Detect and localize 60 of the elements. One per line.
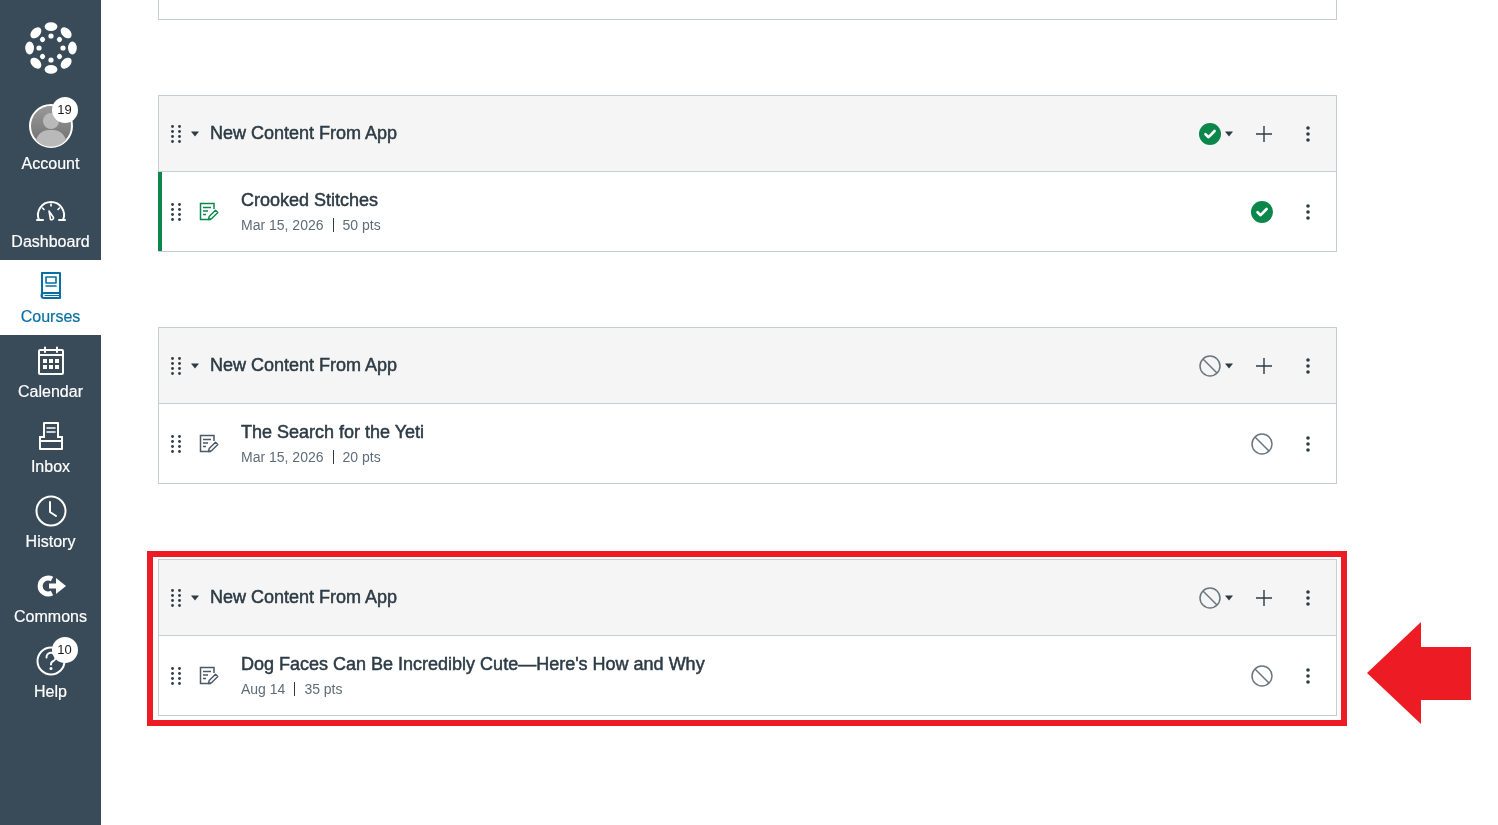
add-item-button[interactable] xyxy=(1255,588,1273,607)
assignment-icon xyxy=(199,201,219,222)
nav-link[interactable]: History xyxy=(0,485,101,560)
caret-down-icon[interactable] xyxy=(191,362,199,369)
calendar-icon xyxy=(36,346,65,376)
due-date: Mar 15, 2026 xyxy=(241,448,324,466)
nav-link[interactable]: Commons xyxy=(0,560,101,635)
item-title-link[interactable]: Dog Faces Can Be Incredibly Cute—Here's How and Why xyxy=(241,653,705,675)
due-date: Mar 15, 2026 xyxy=(241,216,324,234)
caret-down-icon xyxy=(1225,594,1233,601)
points: 35 pts xyxy=(304,680,343,698)
nav-link[interactable]: 19 Account xyxy=(0,95,101,185)
book-icon xyxy=(37,271,64,301)
module-title: New Content From App xyxy=(210,123,398,144)
item-title-link[interactable]: The Search for the Yeti xyxy=(241,421,425,443)
drag-handle-icon[interactable] xyxy=(171,124,181,143)
unpublished-icon xyxy=(1251,432,1273,455)
module-title: New Content From App xyxy=(210,355,398,376)
module-title: New Content From App xyxy=(210,587,398,608)
more-options-icon xyxy=(1306,589,1310,606)
caret-down-icon[interactable] xyxy=(191,594,199,601)
unpublished-icon xyxy=(1251,664,1273,687)
more-options-icon xyxy=(1306,203,1310,220)
caret-down-icon xyxy=(1225,362,1233,369)
nav-link[interactable]: 10 Help xyxy=(0,635,101,710)
nav-link[interactable]: Calendar xyxy=(0,335,101,410)
drag-handle-icon[interactable] xyxy=(171,666,181,685)
points: 50 pts xyxy=(342,216,381,234)
drag-handle-icon[interactable] xyxy=(171,202,181,221)
more-options-icon xyxy=(1306,125,1310,142)
publish-status-button[interactable] xyxy=(1199,354,1233,377)
publish-status-button[interactable] xyxy=(1199,586,1233,609)
nav-link[interactable]: Courses xyxy=(0,260,101,335)
nav-link[interactable]: Inbox xyxy=(0,410,101,485)
assignment-icon xyxy=(199,433,219,454)
drag-handle-icon[interactable] xyxy=(171,356,181,375)
points: 20 pts xyxy=(342,448,381,466)
plus-icon xyxy=(1255,356,1273,375)
plus-icon xyxy=(1255,124,1273,143)
assignment-icon xyxy=(199,665,219,686)
nav-link[interactable]: Dashboard xyxy=(0,185,101,260)
publish-status-button[interactable] xyxy=(1199,122,1233,145)
more-options-icon xyxy=(1306,357,1310,374)
more-options-icon xyxy=(1306,667,1310,684)
logo-icon[interactable] xyxy=(24,21,77,74)
drag-handle-icon[interactable] xyxy=(171,588,181,607)
item-title-link[interactable]: Crooked Stitches xyxy=(241,189,381,211)
add-item-button[interactable] xyxy=(1255,124,1273,143)
notification-badge: 19 xyxy=(51,97,78,123)
drag-handle-icon[interactable] xyxy=(171,434,181,453)
notification-badge: 10 xyxy=(51,637,78,663)
more-options-icon xyxy=(1306,435,1310,452)
due-date: Aug 14 xyxy=(241,680,286,698)
caret-down-icon[interactable] xyxy=(191,130,199,137)
caret-down-icon xyxy=(1225,130,1233,137)
check-circle-icon xyxy=(1251,200,1273,223)
plus-icon xyxy=(1255,588,1273,607)
gauge-icon xyxy=(34,199,67,223)
add-item-button[interactable] xyxy=(1255,356,1273,375)
clock-icon xyxy=(34,495,67,527)
